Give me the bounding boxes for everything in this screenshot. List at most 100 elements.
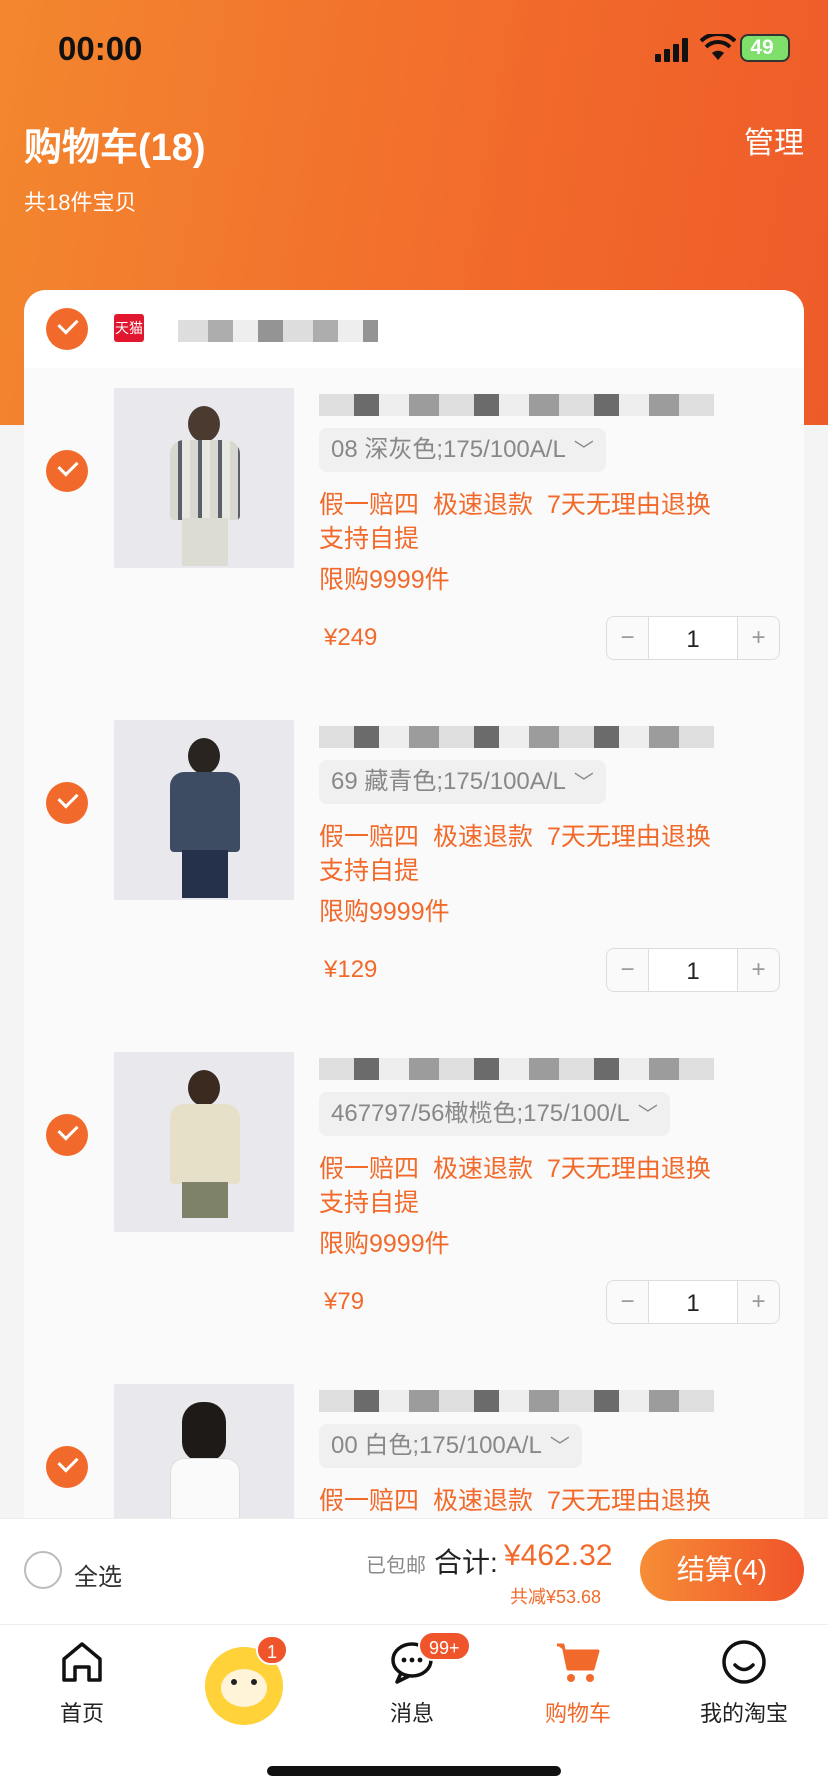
- total-label: 合计:: [434, 1547, 498, 1578]
- product-title-redacted[interactable]: [319, 726, 714, 748]
- tag: 极速退款: [433, 1155, 534, 1183]
- sku-selector[interactable]: 00 白色;175/100A/L ﹀: [319, 1424, 582, 1468]
- shop-row[interactable]: 天猫: [24, 290, 804, 368]
- sku-text: 00 白色;175/100A/L: [331, 1432, 542, 1459]
- decrease-button[interactable]: −: [607, 1281, 649, 1323]
- item-checkbox[interactable]: [46, 1446, 88, 1488]
- product-title-redacted[interactable]: [319, 1390, 714, 1412]
- tag: 极速退款: [433, 1487, 534, 1515]
- tag: 7天无理由退换: [547, 1155, 711, 1183]
- status-time: 00:00: [58, 30, 143, 67]
- quantity-value[interactable]: 1: [649, 949, 737, 991]
- tag: 7天无理由退换: [547, 1487, 711, 1515]
- service-tags: 假一赔四 极速退款 7天无理由退换支持自提: [319, 820, 789, 888]
- home-icon: [62, 1642, 102, 1682]
- cart-item[interactable]: 00 白色;175/100A/L ﹀ 假一赔四 极速退款 7天无理由退换: [24, 1374, 804, 1520]
- purchase-limit: 限购9999件: [319, 1230, 450, 1258]
- free-shipping-label: 已包邮: [366, 1555, 426, 1577]
- checkout-button[interactable]: 结算(4): [640, 1539, 804, 1601]
- page-title: 购物车(18): [24, 127, 206, 169]
- product-title-redacted[interactable]: [319, 394, 714, 416]
- item-checkbox[interactable]: [46, 450, 88, 492]
- decrease-button[interactable]: −: [607, 617, 649, 659]
- chevron-down-icon: ﹀: [573, 440, 594, 462]
- tag: 极速退款: [433, 823, 534, 851]
- purchase-limit: 限购9999件: [319, 566, 450, 594]
- tab-home[interactable]: 首页: [22, 1637, 142, 1728]
- notification-badge: 1: [256, 1635, 289, 1665]
- sku-selector[interactable]: 08 深灰色;175/100A/L ﹀: [319, 428, 606, 472]
- sku-selector[interactable]: 467797/56橄榄色;175/100/L ﹀: [319, 1092, 670, 1136]
- select-all-label[interactable]: 全选: [74, 1557, 122, 1592]
- wifi-icon: [700, 34, 736, 60]
- item-price: ¥79: [324, 1288, 365, 1315]
- tab-cart[interactable]: 购物车: [518, 1637, 638, 1728]
- item-checkbox[interactable]: [46, 1114, 88, 1156]
- tab-label: 购物车: [544, 1701, 611, 1726]
- chevron-down-icon: ﹀: [573, 772, 594, 794]
- item-price: ¥249: [324, 624, 378, 651]
- tab-mascot[interactable]: 1: [184, 1635, 304, 1725]
- tag: 支持自提: [319, 1189, 420, 1217]
- tag: 极速退款: [433, 491, 534, 519]
- item-checkbox[interactable]: [46, 782, 88, 824]
- tag: 假一赔四: [319, 823, 420, 851]
- battery-icon: 49: [740, 34, 790, 62]
- sku-text: 69 藏青色;175/100A/L: [331, 768, 566, 795]
- sku-selector[interactable]: 69 藏青色;175/100A/L ﹀: [319, 760, 606, 804]
- shop-checkbox[interactable]: [46, 308, 88, 350]
- product-image[interactable]: [114, 1384, 294, 1520]
- item-price: ¥129: [324, 956, 378, 983]
- select-all-checkbox[interactable]: [24, 1551, 62, 1589]
- smile-icon: [722, 1640, 766, 1684]
- sku-text: 08 深灰色;175/100A/L: [331, 436, 566, 463]
- quantity-stepper[interactable]: − 1 +: [606, 1280, 780, 1324]
- quantity-value[interactable]: 1: [649, 617, 737, 659]
- tab-label: 我的淘宝: [699, 1701, 788, 1726]
- cart-item[interactable]: 467797/56橄榄色;175/100/L ﹀ 假一赔四 极速退款 7天无理由退换支…: [24, 1042, 804, 1372]
- product-image[interactable]: [114, 720, 294, 900]
- shop-name-redacted[interactable]: [178, 320, 378, 342]
- cart-item[interactable]: 08 深灰色;175/100A/L ﹀ 假一赔四 极速退款 7天无理由退换 支持自提 限…: [24, 378, 804, 708]
- tag: 7天无理由退换: [547, 491, 711, 519]
- item-count: 共18件宝贝: [24, 190, 137, 215]
- chevron-down-icon: ﹀: [549, 1436, 570, 1458]
- discount-amount[interactable]: 共减¥53.68: [510, 1583, 601, 1609]
- tab-label: 首页: [59, 1701, 104, 1726]
- product-image[interactable]: [114, 388, 294, 568]
- chevron-down-icon: ﹀: [637, 1104, 658, 1126]
- message-badge: 99+: [418, 1631, 471, 1661]
- increase-button[interactable]: +: [737, 1281, 779, 1323]
- service-tags: 假一赔四 极速退款 7天无理由退换 支持自提: [319, 488, 789, 556]
- status-bar: 00:00 49: [0, 0, 828, 100]
- quantity-value[interactable]: 1: [649, 1281, 737, 1323]
- cart-card: 天猫 08 深灰色;175/100A/L ﹀ 假一赔四 极速退款 7天无理由退换 支持自…: [24, 290, 804, 1520]
- tag: 7天无理由退换: [547, 823, 711, 851]
- tag: 假一赔四: [319, 1155, 420, 1183]
- increase-button[interactable]: +: [737, 949, 779, 991]
- tab-messages[interactable]: 消息 99+: [352, 1631, 472, 1728]
- cellular-signal-icon: [655, 38, 689, 62]
- tag: 支持自提: [319, 525, 420, 553]
- service-tags: 假一赔四 极速退款 7天无理由退换: [319, 1484, 789, 1518]
- product-image[interactable]: [114, 1052, 294, 1232]
- product-title-redacted[interactable]: [319, 1058, 714, 1080]
- tag: 支持自提: [319, 857, 420, 885]
- quantity-stepper[interactable]: − 1 +: [606, 616, 780, 660]
- service-tags: 假一赔四 极速退款 7天无理由退换支持自提: [319, 1152, 789, 1220]
- tab-my-taobao[interactable]: 我的淘宝: [684, 1637, 804, 1728]
- increase-button[interactable]: +: [737, 617, 779, 659]
- cart-item[interactable]: 69 藏青色;175/100A/L ﹀ 假一赔四 极速退款 7天无理由退换支持自提 限…: [24, 710, 804, 1040]
- home-indicator: [267, 1766, 561, 1776]
- tab-label: 消息: [389, 1701, 434, 1726]
- tmall-badge: 天猫: [114, 314, 144, 342]
- decrease-button[interactable]: −: [607, 949, 649, 991]
- battery-level: 49: [750, 36, 774, 59]
- quantity-stepper[interactable]: − 1 +: [606, 948, 780, 992]
- total-amount: ¥462.32: [504, 1539, 613, 1572]
- cart-icon: [557, 1643, 600, 1682]
- sku-text: 467797/56橄榄色;175/100/L: [331, 1100, 630, 1127]
- checkout-bar: 全选 已包邮 合计: ¥462.32 共减¥53.68 结算(4): [0, 1518, 828, 1624]
- purchase-limit: 限购9999件: [319, 898, 450, 926]
- manage-button[interactable]: 管理: [744, 118, 804, 162]
